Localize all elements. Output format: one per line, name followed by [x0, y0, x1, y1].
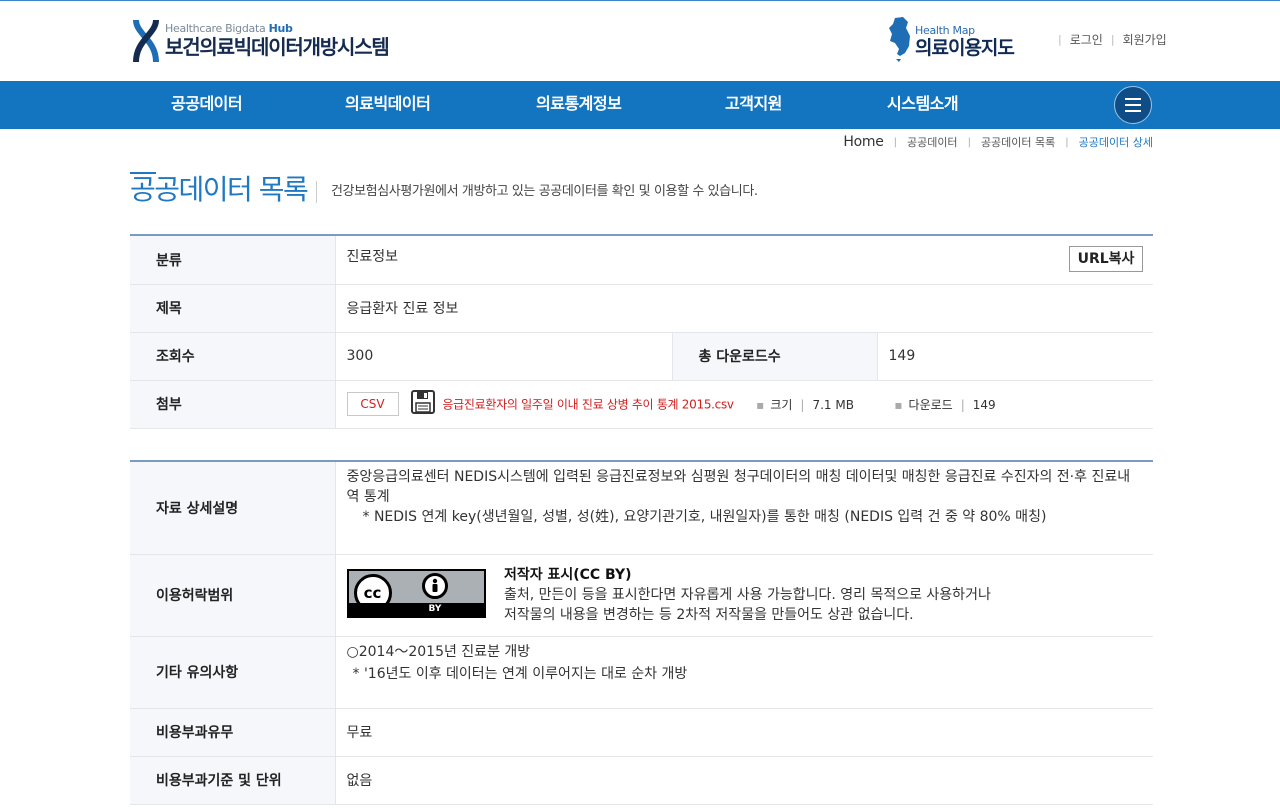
table-row: 자료 상세설명 중앙응급의료센터 NEDIS시스템에 입력된 응급진료정보와 심… [130, 460, 1153, 555]
views-value: 300 [334, 332, 672, 381]
login-link[interactable]: 로그인 [1070, 31, 1103, 48]
description-note: * NEDIS 연계 key(생년월일, 성별, 성(姓), 요양기관기호, 내… [362, 509, 1047, 525]
utility-nav: | 로그인 | 회원가입 [1050, 31, 1167, 48]
notes-line-2: * '16년도 이후 데이터는 연계 이루어지는 대로 순차 개방 [352, 665, 688, 682]
table-row: 분류 진료정보 URL복사 [130, 234, 1153, 285]
title-label: 제목 [130, 284, 335, 333]
title-value: 응급환자 진료 정보 [334, 284, 1153, 333]
downloads-label: 총 다운로드수 [671, 332, 877, 381]
description-text: 중앙응급의료센터 NEDIS시스템에 입력된 응급진료정보와 심평원 청구데이터… [346, 469, 1131, 505]
signup-link[interactable]: 회원가입 [1123, 31, 1167, 48]
table-row: 첨부 CSV 응급진료환자의 일주일 이내 진료 상병 추이 통계 2015.c… [130, 380, 1153, 429]
notes-cell: ○2014～2015년 진료분 개방 * '16년도 이후 데이터는 연계 이루… [334, 636, 1153, 709]
all-menu-button[interactable] [1114, 86, 1152, 124]
file-download-icon[interactable] [410, 390, 435, 418]
site-header: Healthcare Bigdata Hub 보건의료빅데이터개방시스템 Hea… [0, 0, 1280, 81]
breadcrumb-current: 공공데이터 상세 [1078, 136, 1153, 149]
nav-item-system-intro[interactable]: 시스템소개 [887, 81, 959, 129]
table-row: 비용부과유무 무료 [130, 708, 1153, 757]
cc-by-license-icon: cc BY [346, 568, 486, 618]
page-description-wrap: 건강보험심사평가원에서 개방하고 있는 공공데이터를 확인 및 이용할 수 있습… [316, 180, 758, 203]
attachment-filename[interactable]: 응급진료환자의 일주일 이내 진료 상병 추이 통계 2015.csv [442, 398, 734, 412]
file-size-value: 7.1 MB [812, 397, 854, 412]
file-download-label: 다운로드 [908, 397, 953, 412]
breadcrumb-item[interactable]: 공공데이터 [907, 134, 958, 150]
fee-value: 무료 [334, 708, 1153, 757]
license-text: 저작자 표시(CC BY) 출처, 만든이 등을 표시한다면 자유롭게 사용 가… [503, 566, 991, 625]
category-value: 진료정보 [346, 248, 399, 265]
file-size-label: 크기 [770, 397, 793, 412]
breadcrumb: Home | 공공데이터 | 공공데이터 목록 | 공공데이터 상세 [843, 134, 1153, 150]
title-accent [130, 172, 156, 174]
attachment-cell: CSV 응급진료환자의 일주일 이내 진료 상병 추이 통계 2015.csv … [334, 380, 1153, 429]
breadcrumb-home[interactable]: Home [843, 134, 883, 150]
nav-item-medical-bigdata[interactable]: 의료빅데이터 [345, 81, 431, 129]
views-label: 조회수 [130, 332, 335, 381]
breadcrumb-item[interactable]: 공공데이터 목록 [981, 134, 1055, 150]
table-row: 기타 유의사항 ○2014～2015년 진료분 개방 * '16년도 이후 데이… [130, 636, 1153, 709]
korea-map-icon [886, 16, 912, 68]
fee-label: 비용부과유무 [130, 708, 335, 757]
data-info-table: 분류 진료정보 URL복사 제목 응급환자 진료 정보 조회수 300 총 다운… [130, 234, 1153, 429]
data-detail-table: 자료 상세설명 중앙응급의료센터 NEDIS시스템에 입력된 응급진료정보와 심… [130, 460, 1153, 805]
license-cell: cc BY 저작자 표시(CC BY) 출처, 만든이 등을 표시한다면 자유롭… [334, 554, 1153, 637]
license-title: 저작자 표시(CC BY) [503, 566, 632, 583]
fee-basis-label: 비용부과기준 및 단위 [130, 756, 335, 805]
fee-basis-value: 없음 [334, 756, 1153, 805]
health-map-link[interactable]: Health Map 의료이용지도 [886, 16, 1015, 68]
description-label: 자료 상세설명 [130, 460, 335, 555]
table-row: 조회수 300 총 다운로드수 149 [130, 332, 1153, 381]
file-size: ▪ 크기 | 7.1 MB [756, 397, 854, 412]
logo-subtitle: Healthcare Bigdata [165, 22, 269, 35]
downloads-value: 149 [876, 332, 1153, 381]
divider: | [1110, 33, 1115, 46]
nav-item-medical-statistics[interactable]: 의료통계정보 [536, 81, 622, 129]
health-map-title: 의료이용지도 [915, 37, 1015, 59]
table-row: 비용부과기준 및 단위 없음 [130, 756, 1153, 805]
url-copy-button[interactable]: URL복사 [1069, 246, 1143, 272]
file-download-count: ▪ 다운로드 | 149 [894, 397, 996, 412]
description-cell: 중앙응급의료센터 NEDIS시스템에 입력된 응급진료정보와 심평원 청구데이터… [334, 460, 1153, 555]
category-cell: 진료정보 URL복사 [334, 234, 1153, 285]
nav-item-customer-support[interactable]: 고객지원 [725, 81, 782, 129]
table-row: 이용허락범위 cc BY 저작자 표시(CC BY) 출처, 만든이 등을 표시… [130, 554, 1153, 637]
table-row: 제목 응급환자 진료 정보 [130, 284, 1153, 333]
person-icon [421, 572, 448, 599]
page-title-wrap: 공공데이터 목록 [130, 168, 309, 208]
logo-subtitle-hub: Hub [268, 22, 293, 35]
page-description: 건강보험심사평가원에서 개방하고 있는 공공데이터를 확인 및 이용할 수 있습… [331, 184, 758, 199]
license-label: 이용허락범위 [130, 554, 335, 637]
page-title: 공공데이터 목록 [130, 173, 309, 206]
notes-line-1: ○2014～2015년 진료분 개방 [346, 643, 531, 660]
hamburger-icon [1125, 98, 1141, 100]
attachment-label: 첨부 [130, 380, 335, 429]
license-desc-2: 저작물의 내용을 변경하는 등 2차적 저작물을 만들어도 상관 없습니다. [503, 606, 914, 623]
site-logo[interactable]: Healthcare Bigdata Hub 보건의료빅데이터개방시스템 [133, 18, 390, 64]
main-nav: 공공데이터 의료빅데이터 의료통계정보 고객지원 시스템소개 [0, 81, 1280, 129]
logo-title: 보건의료빅데이터개방시스템 [165, 35, 390, 59]
divider: | [1058, 33, 1062, 46]
category-label: 분류 [130, 234, 335, 285]
notes-label: 기타 유의사항 [130, 636, 335, 709]
file-type-badge[interactable]: CSV [346, 392, 399, 416]
file-download-value: 149 [972, 397, 996, 412]
license-badge-text: BY [428, 603, 442, 614]
dna-logo-icon [133, 18, 159, 64]
health-map-subtitle: Health Map [915, 24, 975, 37]
divider [316, 180, 317, 203]
license-desc-1: 출처, 만든이 등을 표시한다면 자유롭게 사용 가능합니다. 영리 목적으로 … [503, 586, 991, 603]
nav-item-public-data[interactable]: 공공데이터 [171, 81, 243, 129]
